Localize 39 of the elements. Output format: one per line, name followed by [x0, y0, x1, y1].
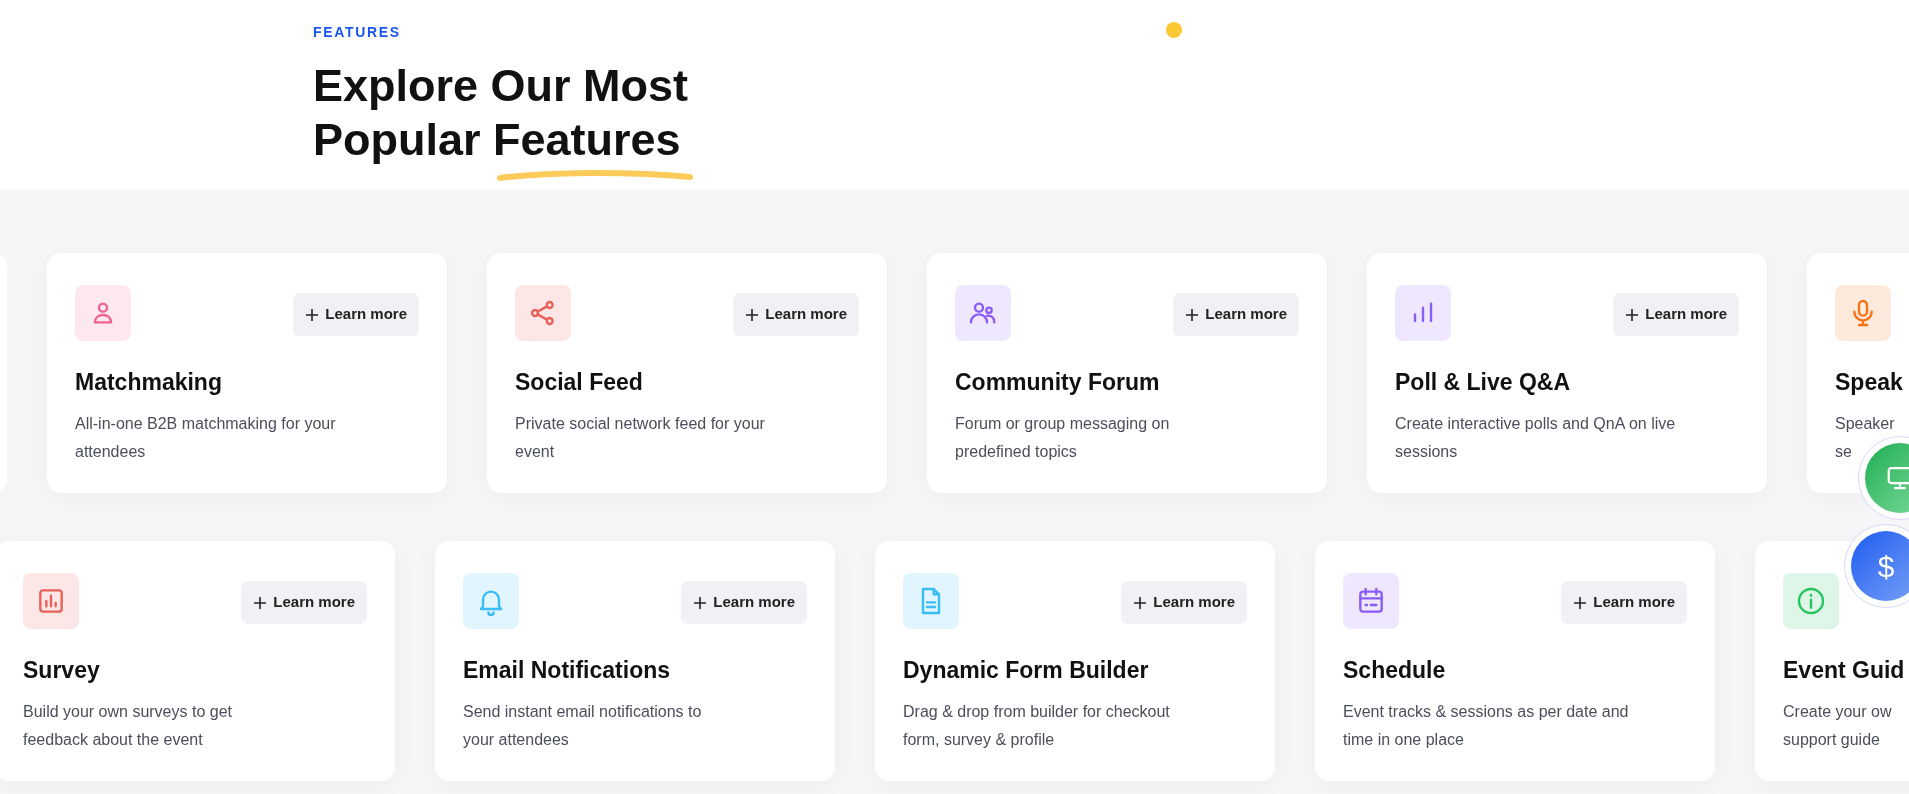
feature-description: Speaker se — [1835, 413, 1895, 462]
plus-icon — [1185, 307, 1200, 322]
learn-more-button[interactable]: Learn more — [1613, 293, 1739, 336]
learn-more-button[interactable]: Learn more — [733, 293, 859, 336]
feature-title: Dynamic Form Builder — [903, 656, 1149, 685]
learn-more-button[interactable]: Learn more — [241, 581, 367, 624]
feature-title: Survey — [23, 656, 100, 685]
feature-description: Create interactive polls and QnA on live sessions — [1395, 413, 1676, 462]
feature-title: Speak — [1835, 368, 1903, 397]
feature-title: Community Forum — [955, 368, 1160, 397]
plus-icon — [305, 307, 320, 322]
plus-icon — [693, 595, 708, 610]
section-heading: Explore Our Most Popular Features — [313, 59, 690, 167]
plus-icon — [1133, 595, 1148, 610]
plus-icon — [253, 595, 268, 610]
feature-title: Poll & Live Q&A — [1395, 368, 1571, 397]
plus-icon — [745, 307, 760, 322]
pricing-button[interactable]: $ — [1851, 531, 1909, 601]
feature-title: Event Guid — [1783, 656, 1905, 685]
learn-more-button[interactable]: Learn more — [1121, 581, 1247, 624]
feature-description: Forum or group messaging on predefined topics — [955, 413, 1170, 462]
feature-description: Event tracks & sessions as per date and time in one place — [1343, 701, 1629, 750]
feature-title: Matchmaking — [75, 368, 222, 397]
feature-description: All-in-one B2B matchmaking for your attendees — [75, 413, 336, 462]
plus-icon — [1625, 307, 1640, 322]
learn-more-button[interactable]: Learn more — [1561, 581, 1687, 624]
feature-description: Build your own surveys to get feedback about the event — [23, 701, 232, 750]
learn-more-button[interactable]: Learn more — [1173, 293, 1299, 336]
learn-more-button[interactable]: Learn more — [293, 293, 419, 336]
feature-description: Create your ow support guide — [1783, 701, 1892, 750]
feature-title: Email Notifications — [463, 656, 671, 685]
feature-description: Drag & drop from builder for checkout form, survey & profile — [903, 701, 1170, 750]
section-label: FEATURES — [313, 23, 401, 42]
feature-title: Schedule — [1343, 656, 1446, 685]
feature-title: Social Feed — [515, 368, 643, 397]
plus-icon — [1573, 595, 1588, 610]
feature-description: Private social network feed for your event — [515, 413, 765, 462]
feature-description: Send instant email notifications to your attendees — [463, 701, 702, 750]
learn-more-button[interactable]: Learn more — [681, 581, 807, 624]
